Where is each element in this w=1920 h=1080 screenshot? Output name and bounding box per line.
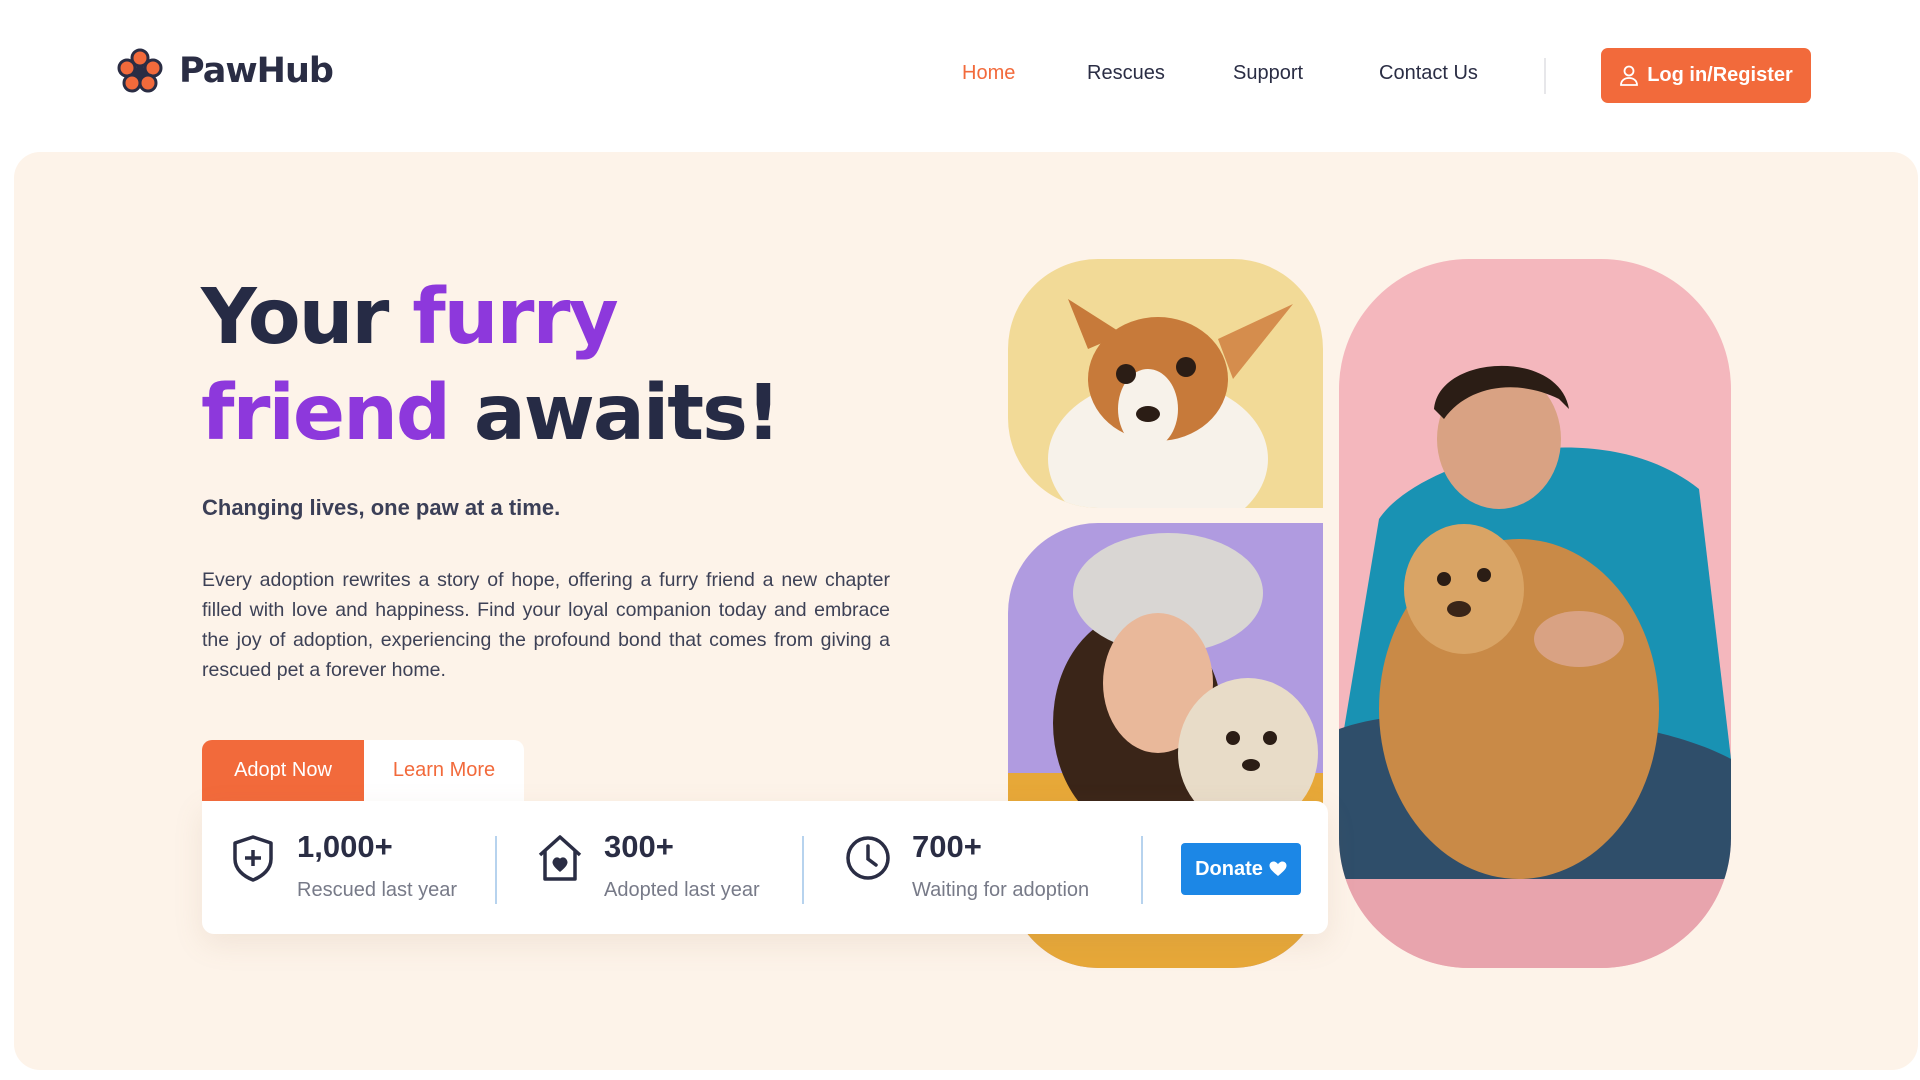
hero-subtitle: Changing lives, one paw at a time. — [202, 495, 561, 520]
stat-divider — [1141, 836, 1143, 904]
nav-item-contact[interactable]: Contact Us — [1379, 62, 1478, 85]
user-icon — [1620, 65, 1639, 86]
stat-divider — [802, 836, 804, 904]
title-text-your: Your — [201, 273, 413, 362]
hero-description: Every adoption rewrites a story of hope,… — [202, 569, 890, 681]
stat-value: 700+ — [912, 829, 982, 864]
nav-item-rescues[interactable]: Rescues — [1087, 62, 1165, 85]
paw-logo-icon — [117, 48, 163, 93]
logo[interactable]: PawHub — [117, 48, 334, 94]
login-register-button[interactable]: Log in/Register — [1601, 48, 1811, 103]
nav-divider — [1544, 58, 1546, 94]
login-label: Log in/Register — [1647, 64, 1793, 86]
nav-item-home[interactable]: Home — [962, 62, 1015, 85]
nav-item-support[interactable]: Support — [1233, 62, 1303, 85]
title-text-awaits: awaits! — [449, 369, 781, 458]
hero-title: Your furry friend awaits! — [201, 270, 781, 462]
donate-button[interactable]: Donate — [1181, 843, 1301, 895]
chihuahua-photo — [1008, 259, 1323, 508]
learn-more-button[interactable]: Learn More — [364, 740, 524, 801]
stats-bar: 1,000+ Rescued last year 300+ Adopted la… — [202, 801, 1328, 934]
stat-label: Waiting for adoption — [912, 879, 1090, 901]
man-hugging-dog-photo — [1339, 259, 1731, 968]
clock-icon — [846, 836, 890, 880]
cta-buttons: Adopt Now Learn More — [202, 740, 524, 801]
stat-divider — [495, 836, 497, 904]
site-header: PawHub Home Rescues Support Contact Us L… — [0, 0, 1920, 150]
donate-label: Donate — [1195, 857, 1263, 880]
adopt-now-button[interactable]: Adopt Now — [202, 740, 364, 801]
stat-label: Rescued last year — [297, 879, 458, 901]
stat-value: 300+ — [604, 829, 674, 864]
stat-value: 1,000+ — [297, 829, 393, 864]
brand-name: PawHub — [179, 51, 334, 91]
shield-plus-icon — [233, 835, 273, 882]
heart-icon — [1269, 861, 1287, 876]
stat-label: Adopted last year — [604, 879, 760, 901]
title-accent-friend: friend — [201, 369, 451, 458]
house-heart-icon — [538, 835, 582, 881]
title-accent-furry: furry — [412, 273, 618, 362]
